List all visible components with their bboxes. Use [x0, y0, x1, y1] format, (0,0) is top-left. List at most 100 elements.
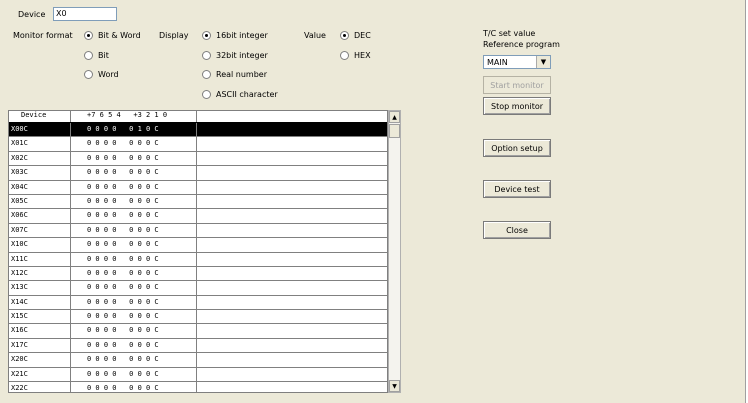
device-cell: X10C [9, 238, 71, 252]
bits-cell: 0 0 0 0 0 0 0 C [71, 166, 197, 180]
value-cell [197, 195, 387, 208]
value-cell [197, 339, 387, 352]
table-row[interactable]: X15C 0 0 0 0 0 0 0 C [9, 310, 387, 325]
header-bits: +7 6 5 4 +3 2 1 0 [71, 111, 197, 122]
reference-program-select[interactable]: MAIN ▼ [483, 55, 551, 69]
value-cell [197, 166, 387, 179]
device-cell: X02C [9, 151, 71, 166]
value-cell [197, 152, 387, 165]
value-cell [197, 382, 387, 392]
value-cell [197, 123, 387, 136]
grid-rows: X00C 0 0 0 0 0 1 0 C X01C 0 0 0 0 0 0 0 C X0… [9, 123, 387, 392]
grid-scrollbar[interactable]: ▲ ▼ [388, 110, 401, 393]
bits-cell: 0 0 0 0 0 0 0 C [71, 338, 197, 353]
display-real-number-radio[interactable]: Real number [202, 69, 267, 80]
device-cell: X04C [9, 180, 71, 194]
device-test-button[interactable]: Device test [483, 180, 551, 198]
monitor-format-bit-radio[interactable]: Bit [84, 50, 109, 61]
device-cell: X01C [9, 137, 71, 151]
value-cell [197, 353, 387, 366]
value-cell [197, 224, 387, 237]
table-row[interactable]: X14C 0 0 0 0 0 0 0 C [9, 295, 387, 311]
table-row[interactable]: X10C 0 0 0 0 0 0 0 C [9, 238, 387, 253]
device-cell: X17C [9, 338, 71, 353]
table-row[interactable]: X06C 0 0 0 0 0 0 0 C [9, 209, 387, 224]
option-setup-button[interactable]: Option setup [483, 139, 551, 157]
bits-cell: 0 0 0 0 0 0 0 C [71, 324, 197, 338]
bits-cell: 0 0 0 0 0 0 0 C [71, 353, 197, 367]
table-row[interactable]: X03C 0 0 0 0 0 0 0 C [9, 166, 387, 181]
value-cell [197, 368, 387, 381]
radio-label: 16bit integer [216, 31, 268, 40]
value-cell [197, 209, 387, 222]
bits-cell: 0 0 0 0 0 0 0 C [71, 238, 197, 252]
display-ascii-radio[interactable]: ASCII character [202, 89, 278, 100]
monitor-format-bit-word-radio[interactable]: Bit & Word [84, 30, 141, 41]
radio-label: ASCII character [216, 90, 278, 99]
device-input[interactable]: X0 [53, 7, 117, 21]
table-row[interactable]: X20C 0 0 0 0 0 0 0 C [9, 353, 387, 368]
table-row[interactable]: X22C 0 0 0 0 0 0 0 C [9, 382, 387, 392]
table-row[interactable]: X16C 0 0 0 0 0 0 0 C [9, 324, 387, 339]
table-row[interactable]: X12C 0 0 0 0 0 0 0 C [9, 266, 387, 282]
table-row[interactable]: X11C 0 0 0 0 0 0 0 C [9, 252, 387, 267]
value-dec-radio[interactable]: DEC [340, 30, 371, 41]
table-row[interactable]: X13C 0 0 0 0 0 0 0 C [9, 281, 387, 296]
bits-cell: 0 0 0 0 0 0 0 C [71, 382, 197, 392]
table-row[interactable]: X01C 0 0 0 0 0 0 0 C [9, 137, 387, 152]
device-cell: X00C [9, 123, 71, 137]
value-cell [197, 253, 387, 266]
device-cell: X22C [9, 382, 71, 392]
device-monitor-grid[interactable]: Device +7 6 5 4 +3 2 1 0 X00C 0 0 0 0 0 1… [8, 110, 388, 393]
device-cell: X14C [9, 295, 71, 310]
table-row[interactable]: X21C 0 0 0 0 0 0 0 C [9, 367, 387, 383]
table-row[interactable]: X00C 0 0 0 0 0 1 0 C [9, 123, 387, 138]
display-32bit-radio[interactable]: 32bit integer [202, 50, 268, 61]
device-cell: X20C [9, 353, 71, 367]
bits-cell: 0 0 0 0 0 0 0 C [71, 223, 197, 238]
tc-set-value-label: T/C set value [483, 29, 536, 38]
table-row[interactable]: X07C 0 0 0 0 0 0 0 C [9, 223, 387, 239]
scroll-thumb[interactable] [389, 124, 400, 138]
bits-cell: 0 0 0 0 0 0 0 C [71, 194, 197, 209]
table-row[interactable]: X02C 0 0 0 0 0 0 0 C [9, 151, 387, 167]
bits-cell: 0 0 0 0 0 0 0 C [71, 310, 197, 324]
radio-label: Word [98, 70, 119, 79]
table-row[interactable]: X17C 0 0 0 0 0 0 0 C [9, 338, 387, 354]
scroll-up-icon[interactable]: ▲ [389, 111, 400, 123]
stop-monitor-button[interactable]: Stop monitor [483, 97, 551, 115]
device-cell: X05C [9, 194, 71, 209]
monitor-format-word-radio[interactable]: Word [84, 69, 119, 80]
close-button[interactable]: Close [483, 221, 551, 239]
bits-cell: 0 0 0 0 0 0 0 C [71, 151, 197, 166]
device-cell: X11C [9, 252, 71, 266]
device-cell: X06C [9, 209, 71, 223]
radio-selected-icon [84, 31, 93, 40]
bits-cell: 0 0 0 0 0 0 0 C [71, 180, 197, 194]
display-16bit-radio[interactable]: 16bit integer [202, 30, 268, 41]
reference-program-label: Reference program [483, 40, 560, 49]
bits-cell: 0 0 0 0 0 0 0 C [71, 209, 197, 223]
scroll-down-icon[interactable]: ▼ [389, 380, 400, 392]
value-hex-radio[interactable]: HEX [340, 50, 371, 61]
radio-icon [202, 51, 211, 60]
table-row[interactable]: X04C 0 0 0 0 0 0 0 C [9, 180, 387, 195]
device-cell: X21C [9, 367, 71, 382]
device-label: Device [18, 10, 46, 19]
value-label: Value [304, 31, 326, 40]
chevron-down-icon[interactable]: ▼ [536, 56, 550, 68]
radio-label: 32bit integer [216, 51, 268, 60]
start-monitor-button[interactable]: Start monitor [483, 76, 551, 94]
device-cell: X07C [9, 223, 71, 238]
device-cell: X03C [9, 166, 71, 180]
value-cell [197, 181, 387, 194]
header-extra [197, 111, 387, 122]
radio-label: Bit & Word [98, 31, 141, 40]
device-cell: X16C [9, 324, 71, 338]
value-cell [197, 267, 387, 280]
reference-program-value: MAIN [487, 58, 508, 67]
bits-cell: 0 0 0 0 0 0 0 C [71, 281, 197, 295]
bits-cell: 0 0 0 0 0 0 0 C [71, 252, 197, 266]
table-row[interactable]: X05C 0 0 0 0 0 0 0 C [9, 194, 387, 210]
value-cell [197, 238, 387, 251]
